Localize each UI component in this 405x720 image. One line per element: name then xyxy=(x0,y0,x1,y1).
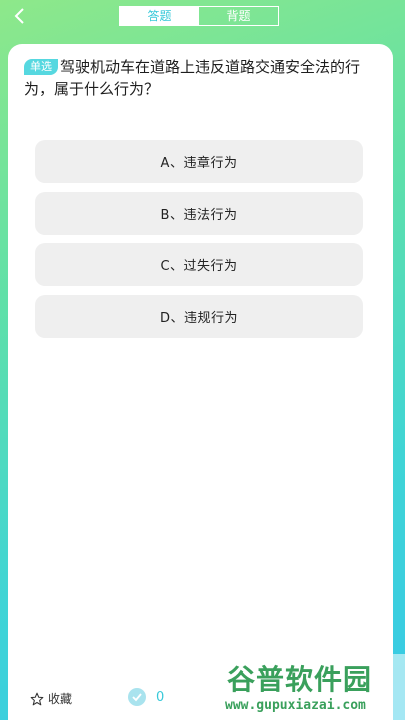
option-d[interactable]: D、违规行为 xyxy=(35,294,363,338)
option-a[interactable]: A、违章行为 xyxy=(35,140,363,183)
chevron-left-icon xyxy=(14,8,24,24)
top-bar: 答题 背题 xyxy=(0,0,405,34)
watermark-title: 谷普软件园 xyxy=(227,663,373,696)
options-list: A、违章行为 B、违法行为 C、过失行为 D、违规行为 xyxy=(35,140,363,346)
star-icon xyxy=(30,692,44,705)
question-text: 驾驶机动车在道路上违反道路交通安全法的行为，属于什么行为？ xyxy=(24,58,361,98)
watermark-url: www.gupuxiazai.com xyxy=(225,698,366,713)
correct-count: 0 xyxy=(156,689,165,705)
correct-counter: 0 xyxy=(128,688,164,706)
check-icon xyxy=(128,688,146,706)
watermark-logo: 谷普软件园 www.gupuxiazai.com xyxy=(215,654,405,720)
mode-tabs: 答题 背题 xyxy=(119,6,279,26)
question-text-block: 单选 驾驶机动车在道路上违反道路交通安全法的行为，属于什么行为？ xyxy=(24,56,382,100)
question-type-badge: 单选 xyxy=(24,59,58,75)
option-c[interactable]: C、过失行为 xyxy=(35,243,363,286)
back-button[interactable] xyxy=(8,4,30,28)
tab-review[interactable]: 背题 xyxy=(199,7,278,25)
favorite-label: 收藏 xyxy=(48,692,73,706)
favorite-button[interactable]: 收藏 xyxy=(30,690,72,707)
option-b[interactable]: B、违法行为 xyxy=(35,191,363,235)
tab-answer[interactable]: 答题 xyxy=(120,7,199,25)
question-card: 单选 驾驶机动车在道路上违反道路交通安全法的行为，属于什么行为？ A、违章行为 B… xyxy=(8,44,393,720)
